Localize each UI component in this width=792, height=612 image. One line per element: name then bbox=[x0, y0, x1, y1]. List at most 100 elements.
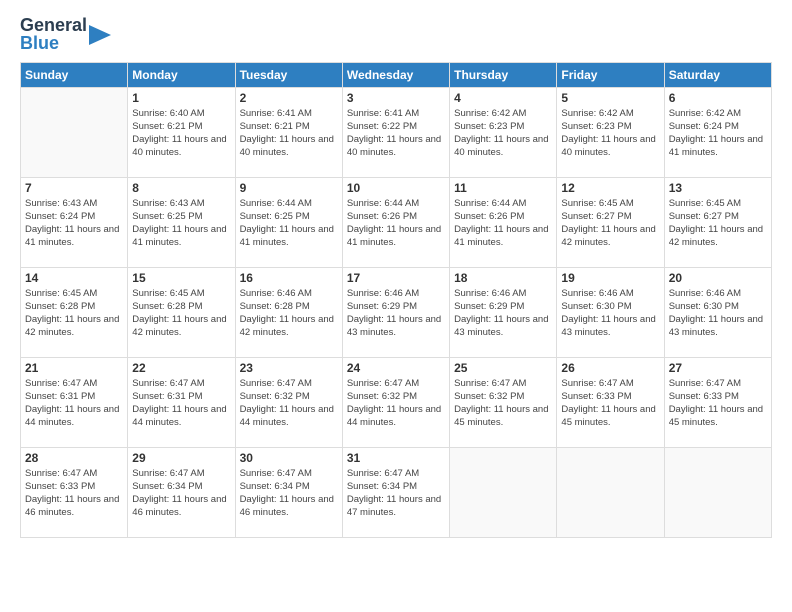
day-number: 31 bbox=[347, 451, 445, 465]
calendar-week-row: 28 Sunrise: 6:47 AM Sunset: 6:33 PM Dayl… bbox=[21, 447, 772, 537]
daylight-text: Daylight: 11 hours and 42 minutes. bbox=[132, 313, 230, 340]
day-number: 8 bbox=[132, 181, 230, 195]
day-info: Sunrise: 6:47 AM Sunset: 6:34 PM Dayligh… bbox=[132, 467, 230, 520]
calendar-cell: 1 Sunrise: 6:40 AM Sunset: 6:21 PM Dayli… bbox=[128, 87, 235, 177]
day-info: Sunrise: 6:45 AM Sunset: 6:28 PM Dayligh… bbox=[25, 287, 123, 340]
daylight-text: Daylight: 11 hours and 46 minutes. bbox=[25, 493, 123, 520]
day-info: Sunrise: 6:47 AM Sunset: 6:31 PM Dayligh… bbox=[132, 377, 230, 430]
calendar-cell: 25 Sunrise: 6:47 AM Sunset: 6:32 PM Dayl… bbox=[450, 357, 557, 447]
day-number: 10 bbox=[347, 181, 445, 195]
sunset-text: Sunset: 6:33 PM bbox=[561, 390, 659, 403]
daylight-text: Daylight: 11 hours and 43 minutes. bbox=[454, 313, 552, 340]
day-info: Sunrise: 6:45 AM Sunset: 6:27 PM Dayligh… bbox=[561, 197, 659, 250]
sunrise-text: Sunrise: 6:42 AM bbox=[669, 107, 767, 120]
day-number: 14 bbox=[25, 271, 123, 285]
sunset-text: Sunset: 6:25 PM bbox=[132, 210, 230, 223]
day-info: Sunrise: 6:44 AM Sunset: 6:26 PM Dayligh… bbox=[454, 197, 552, 250]
calendar-cell: 24 Sunrise: 6:47 AM Sunset: 6:32 PM Dayl… bbox=[342, 357, 449, 447]
calendar-cell: 30 Sunrise: 6:47 AM Sunset: 6:34 PM Dayl… bbox=[235, 447, 342, 537]
sunrise-text: Sunrise: 6:47 AM bbox=[561, 377, 659, 390]
calendar-cell: 21 Sunrise: 6:47 AM Sunset: 6:31 PM Dayl… bbox=[21, 357, 128, 447]
daylight-text: Daylight: 11 hours and 40 minutes. bbox=[132, 133, 230, 160]
day-number: 13 bbox=[669, 181, 767, 195]
sunset-text: Sunset: 6:29 PM bbox=[347, 300, 445, 313]
calendar-cell: 19 Sunrise: 6:46 AM Sunset: 6:30 PM Dayl… bbox=[557, 267, 664, 357]
sunrise-text: Sunrise: 6:46 AM bbox=[454, 287, 552, 300]
sunset-text: Sunset: 6:21 PM bbox=[132, 120, 230, 133]
sunrise-text: Sunrise: 6:46 AM bbox=[240, 287, 338, 300]
sunset-text: Sunset: 6:28 PM bbox=[132, 300, 230, 313]
calendar-cell bbox=[557, 447, 664, 537]
sunrise-text: Sunrise: 6:41 AM bbox=[240, 107, 338, 120]
day-number: 12 bbox=[561, 181, 659, 195]
day-number: 6 bbox=[669, 91, 767, 105]
day-info: Sunrise: 6:42 AM Sunset: 6:23 PM Dayligh… bbox=[561, 107, 659, 160]
daylight-text: Daylight: 11 hours and 44 minutes. bbox=[347, 403, 445, 430]
day-number: 30 bbox=[240, 451, 338, 465]
sunset-text: Sunset: 6:32 PM bbox=[347, 390, 445, 403]
calendar-cell: 7 Sunrise: 6:43 AM Sunset: 6:24 PM Dayli… bbox=[21, 177, 128, 267]
daylight-text: Daylight: 11 hours and 43 minutes. bbox=[347, 313, 445, 340]
day-number: 17 bbox=[347, 271, 445, 285]
day-info: Sunrise: 6:41 AM Sunset: 6:22 PM Dayligh… bbox=[347, 107, 445, 160]
sunset-text: Sunset: 6:26 PM bbox=[347, 210, 445, 223]
day-number: 28 bbox=[25, 451, 123, 465]
daylight-text: Daylight: 11 hours and 41 minutes. bbox=[240, 223, 338, 250]
calendar-cell: 18 Sunrise: 6:46 AM Sunset: 6:29 PM Dayl… bbox=[450, 267, 557, 357]
calendar-cell: 20 Sunrise: 6:46 AM Sunset: 6:30 PM Dayl… bbox=[664, 267, 771, 357]
day-info: Sunrise: 6:43 AM Sunset: 6:25 PM Dayligh… bbox=[132, 197, 230, 250]
sunrise-text: Sunrise: 6:43 AM bbox=[132, 197, 230, 210]
daylight-text: Daylight: 11 hours and 42 minutes. bbox=[25, 313, 123, 340]
sunset-text: Sunset: 6:34 PM bbox=[132, 480, 230, 493]
daylight-text: Daylight: 11 hours and 44 minutes. bbox=[132, 403, 230, 430]
calendar-cell: 16 Sunrise: 6:46 AM Sunset: 6:28 PM Dayl… bbox=[235, 267, 342, 357]
sunset-text: Sunset: 6:31 PM bbox=[132, 390, 230, 403]
sunrise-text: Sunrise: 6:44 AM bbox=[347, 197, 445, 210]
day-info: Sunrise: 6:46 AM Sunset: 6:28 PM Dayligh… bbox=[240, 287, 338, 340]
col-thursday: Thursday bbox=[450, 62, 557, 87]
day-number: 3 bbox=[347, 91, 445, 105]
calendar-header-row: Sunday Monday Tuesday Wednesday Thursday… bbox=[21, 62, 772, 87]
calendar-week-row: 21 Sunrise: 6:47 AM Sunset: 6:31 PM Dayl… bbox=[21, 357, 772, 447]
calendar-week-row: 1 Sunrise: 6:40 AM Sunset: 6:21 PM Dayli… bbox=[21, 87, 772, 177]
daylight-text: Daylight: 11 hours and 46 minutes. bbox=[132, 493, 230, 520]
day-info: Sunrise: 6:40 AM Sunset: 6:21 PM Dayligh… bbox=[132, 107, 230, 160]
day-info: Sunrise: 6:47 AM Sunset: 6:32 PM Dayligh… bbox=[454, 377, 552, 430]
calendar-cell: 15 Sunrise: 6:45 AM Sunset: 6:28 PM Dayl… bbox=[128, 267, 235, 357]
daylight-text: Daylight: 11 hours and 47 minutes. bbox=[347, 493, 445, 520]
sunrise-text: Sunrise: 6:44 AM bbox=[454, 197, 552, 210]
sunrise-text: Sunrise: 6:47 AM bbox=[240, 377, 338, 390]
day-number: 15 bbox=[132, 271, 230, 285]
sunrise-text: Sunrise: 6:47 AM bbox=[240, 467, 338, 480]
day-number: 26 bbox=[561, 361, 659, 375]
day-number: 19 bbox=[561, 271, 659, 285]
sunrise-text: Sunrise: 6:43 AM bbox=[25, 197, 123, 210]
sunset-text: Sunset: 6:32 PM bbox=[454, 390, 552, 403]
calendar-cell: 29 Sunrise: 6:47 AM Sunset: 6:34 PM Dayl… bbox=[128, 447, 235, 537]
daylight-text: Daylight: 11 hours and 43 minutes. bbox=[561, 313, 659, 340]
logo-arrow-icon bbox=[89, 17, 111, 53]
calendar-cell: 12 Sunrise: 6:45 AM Sunset: 6:27 PM Dayl… bbox=[557, 177, 664, 267]
day-number: 23 bbox=[240, 361, 338, 375]
calendar-cell: 23 Sunrise: 6:47 AM Sunset: 6:32 PM Dayl… bbox=[235, 357, 342, 447]
calendar-cell: 3 Sunrise: 6:41 AM Sunset: 6:22 PM Dayli… bbox=[342, 87, 449, 177]
day-info: Sunrise: 6:45 AM Sunset: 6:28 PM Dayligh… bbox=[132, 287, 230, 340]
day-info: Sunrise: 6:47 AM Sunset: 6:33 PM Dayligh… bbox=[561, 377, 659, 430]
daylight-text: Daylight: 11 hours and 46 minutes. bbox=[240, 493, 338, 520]
daylight-text: Daylight: 11 hours and 42 minutes. bbox=[240, 313, 338, 340]
calendar-cell: 5 Sunrise: 6:42 AM Sunset: 6:23 PM Dayli… bbox=[557, 87, 664, 177]
calendar-cell bbox=[664, 447, 771, 537]
sunrise-text: Sunrise: 6:42 AM bbox=[561, 107, 659, 120]
sunset-text: Sunset: 6:33 PM bbox=[669, 390, 767, 403]
sunset-text: Sunset: 6:24 PM bbox=[669, 120, 767, 133]
sunset-text: Sunset: 6:30 PM bbox=[561, 300, 659, 313]
day-number: 11 bbox=[454, 181, 552, 195]
sunset-text: Sunset: 6:24 PM bbox=[25, 210, 123, 223]
calendar-cell bbox=[450, 447, 557, 537]
sunrise-text: Sunrise: 6:47 AM bbox=[454, 377, 552, 390]
day-number: 2 bbox=[240, 91, 338, 105]
day-number: 29 bbox=[132, 451, 230, 465]
daylight-text: Daylight: 11 hours and 40 minutes. bbox=[240, 133, 338, 160]
col-friday: Friday bbox=[557, 62, 664, 87]
day-info: Sunrise: 6:45 AM Sunset: 6:27 PM Dayligh… bbox=[669, 197, 767, 250]
